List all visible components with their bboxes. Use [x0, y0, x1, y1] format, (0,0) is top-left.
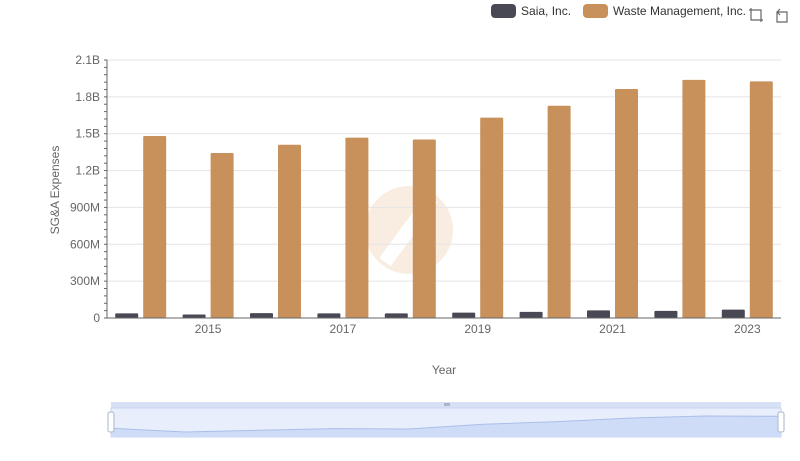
legend-label-waste-management: Waste Management, Inc.	[613, 4, 746, 18]
bar-waste-management	[412, 139, 436, 318]
bar-waste-management	[345, 137, 369, 318]
slider-grip	[444, 403, 450, 406]
bar-saia	[587, 310, 610, 318]
zoom-select-icon[interactable]	[748, 7, 764, 23]
bar-saia	[182, 314, 206, 318]
legend-label-saia: Saia, Inc.	[521, 4, 572, 18]
y-tick-label: 2.1B	[75, 53, 100, 67]
bars-group	[115, 79, 773, 319]
x-tick-label: 2017	[330, 322, 357, 336]
bar-waste-management	[143, 136, 167, 318]
slider-handle-right	[777, 411, 785, 433]
bar-saia	[115, 313, 139, 318]
bar-waste-management	[480, 117, 504, 319]
bar-saia	[317, 313, 341, 318]
bar-saia	[384, 313, 408, 318]
y-tick-label: 300M	[70, 274, 100, 288]
x-tick-label: 2023	[734, 322, 761, 336]
slider-handle-left	[107, 411, 115, 433]
legend-swatch-saia	[491, 4, 517, 18]
bar-waste-management	[615, 88, 638, 318]
watermark-logo	[365, 186, 453, 274]
bar-saia	[250, 313, 273, 318]
bar-waste-management	[749, 81, 773, 319]
toolbox	[748, 7, 790, 23]
zoom-reset-icon[interactable]	[774, 7, 790, 23]
bar-saia	[721, 309, 745, 318]
y-tick-label: 1.5B	[75, 127, 100, 141]
bar-waste-management	[547, 105, 571, 319]
bar-waste-management	[210, 153, 234, 318]
data-zoom-slider[interactable]	[107, 402, 785, 438]
y-tick-label: 1.8B	[75, 90, 100, 104]
bar-saia	[519, 311, 543, 318]
chart-canvas: 0 300M 600M 900M 1.2B 1.5B 1.8B 2.1B 2015 2017 201…	[48, 53, 785, 438]
x-tick-label: 2015	[195, 322, 222, 336]
bar-saia	[654, 310, 678, 318]
y-tick-label: 600M	[70, 237, 100, 251]
y-axis-label: SG&A Expenses	[48, 146, 62, 235]
legend-swatch-waste-management	[583, 4, 609, 18]
x-axis-label: Year	[432, 363, 456, 377]
bar-waste-management	[278, 144, 301, 318]
x-tick-label: 2019	[464, 322, 491, 336]
legend: Saia, Inc. Waste Management, Inc.	[491, 4, 746, 18]
y-tick-label: 900M	[70, 200, 100, 214]
legend-item-waste-management[interactable]: Waste Management, Inc.	[583, 4, 746, 18]
bar-saia	[452, 312, 476, 318]
x-tick-label: 2021	[599, 322, 626, 336]
y-tick-label: 0	[93, 311, 100, 325]
y-tick-label: 1.2B	[75, 164, 100, 178]
legend-item-saia[interactable]: Saia, Inc.	[491, 4, 571, 18]
bar-waste-management	[682, 79, 706, 318]
